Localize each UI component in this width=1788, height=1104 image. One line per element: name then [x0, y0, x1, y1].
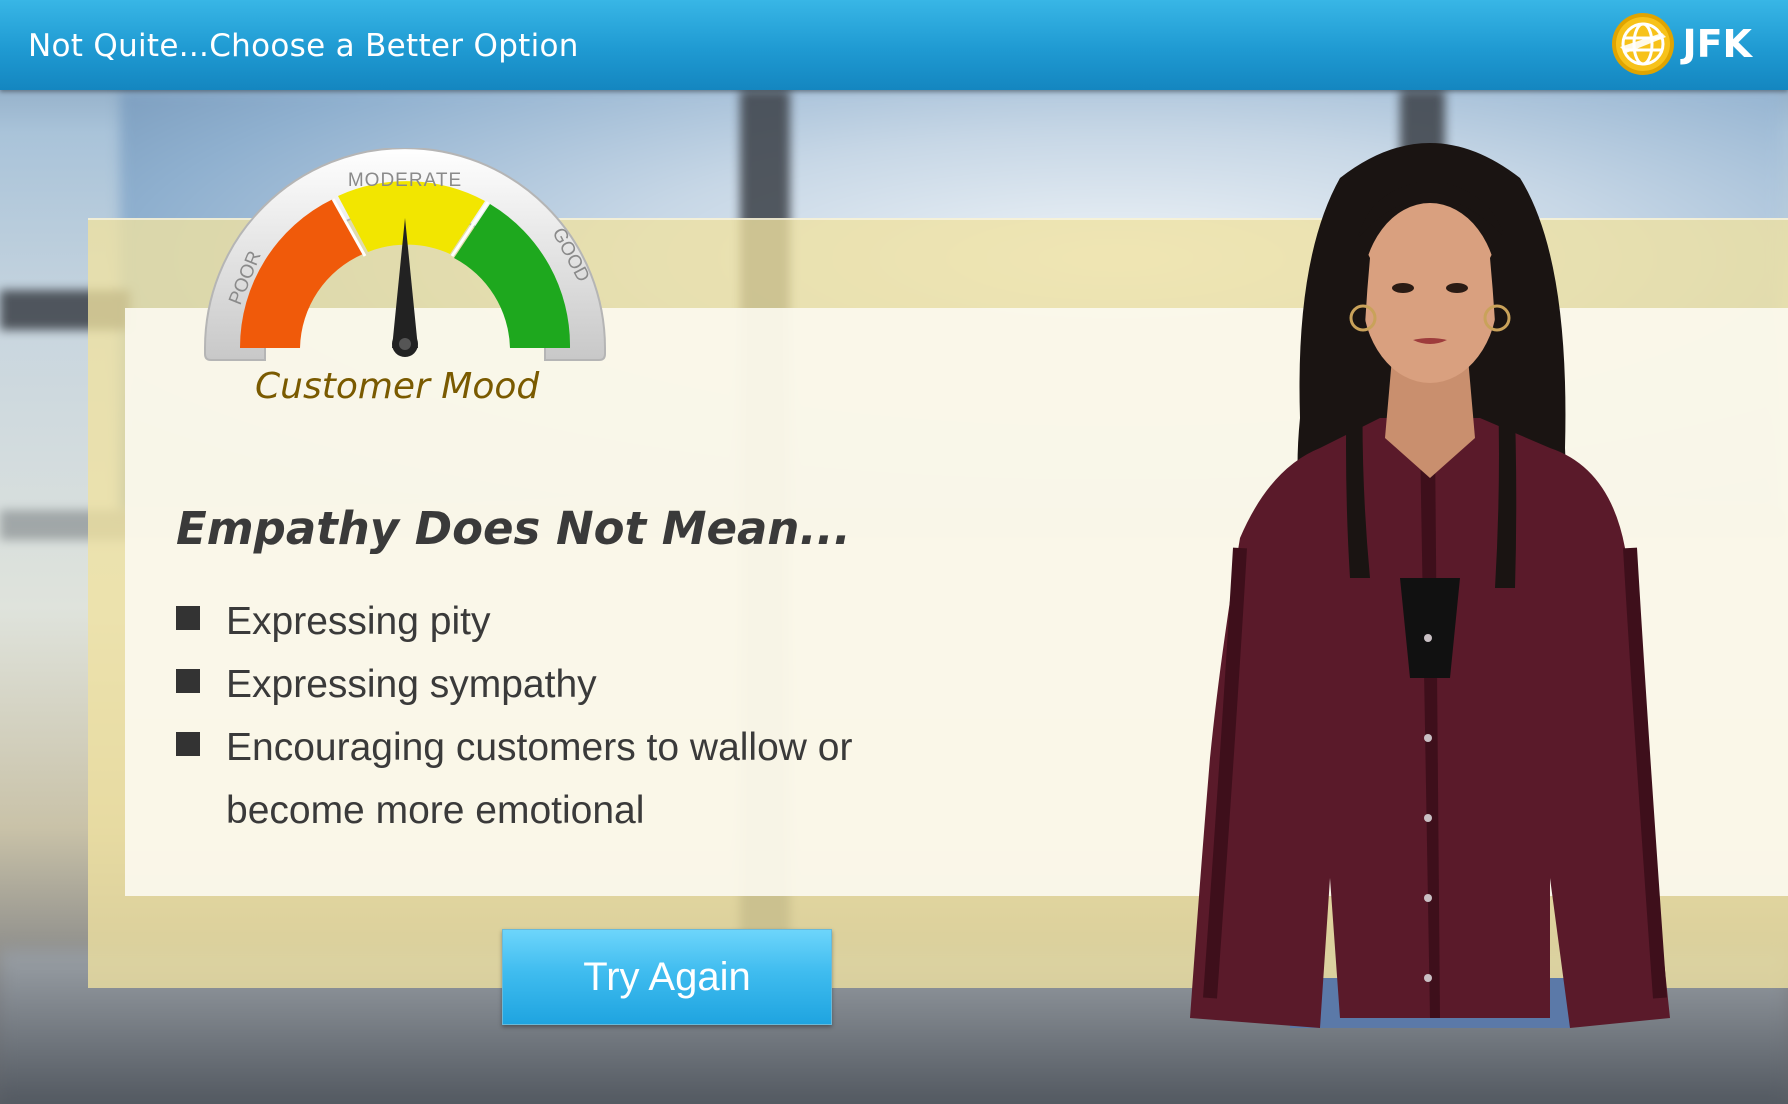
jfk-logo: JFK: [1610, 12, 1752, 76]
list-item: Encouraging customers to wallow or becom…: [176, 716, 986, 842]
header-bar: Not Quite...Choose a Better Option JFK: [0, 0, 1788, 90]
list-item: Expressing pity: [176, 590, 986, 653]
list-item: Expressing sympathy: [176, 653, 986, 716]
logo-text: JFK: [1682, 22, 1752, 66]
page-title: Not Quite...Choose a Better Option: [28, 28, 579, 64]
bullet-square-icon: [176, 669, 200, 693]
globe-icon: [1612, 13, 1675, 75]
gauge-moderate-segment: [338, 181, 485, 254]
presenter-image: [1190, 143, 1670, 1028]
gauge-label-moderate: MODERATE: [348, 170, 462, 191]
bullet-square-icon: [176, 732, 200, 756]
section-heading: Empathy Does Not Mean...: [176, 502, 851, 555]
gauge-caption: Customer Mood: [255, 366, 540, 407]
bullet-square-icon: [176, 606, 200, 630]
try-again-button[interactable]: Try Again: [502, 929, 832, 1025]
bullet-list: Expressing pity Expressing sympathy Enco…: [176, 590, 986, 842]
